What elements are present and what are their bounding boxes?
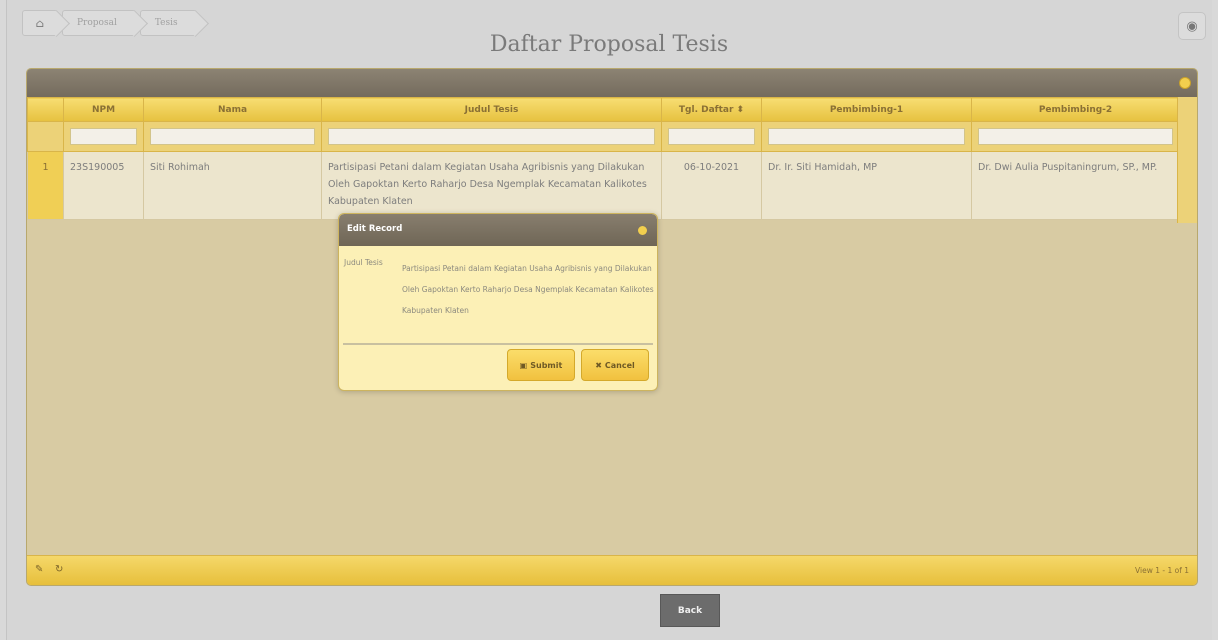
filter-cell-index (27, 121, 64, 152)
breadcrumb-label: Tesis (154, 18, 178, 28)
judul-tesis-label: Judul Tesis (344, 258, 383, 267)
filter-tgl-input[interactable] (668, 128, 755, 145)
submit-button[interactable]: ▣ Submit (507, 349, 575, 381)
edit-icon[interactable]: ✎ (35, 564, 43, 575)
table-row[interactable]: 1 23S190005 Siti Rohimah Partisipasi Pet… (27, 151, 1180, 220)
back-button[interactable]: Back (660, 594, 720, 627)
filter-judul-input[interactable] (328, 128, 655, 145)
page-title: Daftar Proposal Tesis (489, 32, 729, 57)
dialog-title: Edit Record (347, 224, 403, 234)
filter-cell (761, 121, 972, 152)
filter-row (27, 121, 1180, 152)
filter-cell (143, 121, 322, 152)
column-header-pembimbing-2[interactable]: Pembimbing-2 (971, 97, 1180, 122)
close-dialog-button[interactable] (638, 226, 647, 235)
column-header-index (27, 97, 64, 122)
submit-label: Submit (530, 360, 563, 370)
filter-cell (661, 121, 762, 152)
close-icon: ✖ (595, 360, 602, 370)
column-header-pembimbing-1[interactable]: Pembimbing-1 (761, 97, 972, 122)
filter-cell (971, 121, 1180, 152)
pager-info: View 1 - 1 of 1 (1135, 566, 1189, 575)
dialog-divider (343, 343, 653, 345)
filter-nama-input[interactable] (150, 128, 315, 145)
collapse-grid-button[interactable] (1179, 77, 1191, 89)
cancel-button[interactable]: ✖ Cancel (581, 349, 649, 381)
cancel-label: Cancel (604, 360, 635, 370)
dialog-titlebar[interactable]: Edit Record (339, 214, 657, 246)
grid-table: NPM Nama Judul Tesis Tgl. Daftar ⬍ Pembi… (27, 97, 1180, 220)
filter-cell (321, 121, 662, 152)
row-number: 1 (27, 151, 64, 220)
filter-pembimbing-1-input[interactable] (768, 128, 965, 145)
save-icon: ▣ (519, 360, 528, 370)
cell-pembimbing-1: Dr. Ir. Siti Hamidah, MP (761, 151, 972, 220)
filter-pembimbing-2-input[interactable] (978, 128, 1173, 145)
column-header-npm[interactable]: NPM (63, 97, 144, 122)
cell-judul: Partisipasi Petani dalam Kegiatan Usaha … (321, 151, 662, 220)
breadcrumb-label: Proposal (77, 18, 117, 28)
column-header-judul[interactable]: Judul Tesis (321, 97, 662, 122)
cell-pembimbing-2: Dr. Dwi Aulia Puspitaningrum, SP., MP. (971, 151, 1180, 220)
scrollbar-gutter (1177, 97, 1197, 223)
column-header-nama[interactable]: Nama (143, 97, 322, 122)
filter-npm-input[interactable] (70, 128, 137, 145)
cell-tgl-daftar: 06-10-2021 (661, 151, 762, 220)
refresh-icon[interactable]: ↻ (55, 564, 63, 575)
judul-tesis-field[interactable]: Partisipasi Petani dalam Kegiatan Usaha … (402, 258, 657, 321)
grid-titlebar (27, 69, 1197, 97)
filter-cell (63, 121, 144, 152)
edit-record-dialog: Edit Record Judul Tesis Partisipasi Peta… (338, 213, 658, 391)
cell-nama: Siti Rohimah (143, 151, 322, 220)
cell-npm: 23S190005 (63, 151, 144, 220)
home-icon: ⌂ (35, 16, 45, 30)
grid-footer: ✎ ↻ View 1 - 1 of 1 (27, 555, 1197, 585)
column-header-tgl-daftar[interactable]: Tgl. Daftar ⬍ (661, 97, 762, 122)
